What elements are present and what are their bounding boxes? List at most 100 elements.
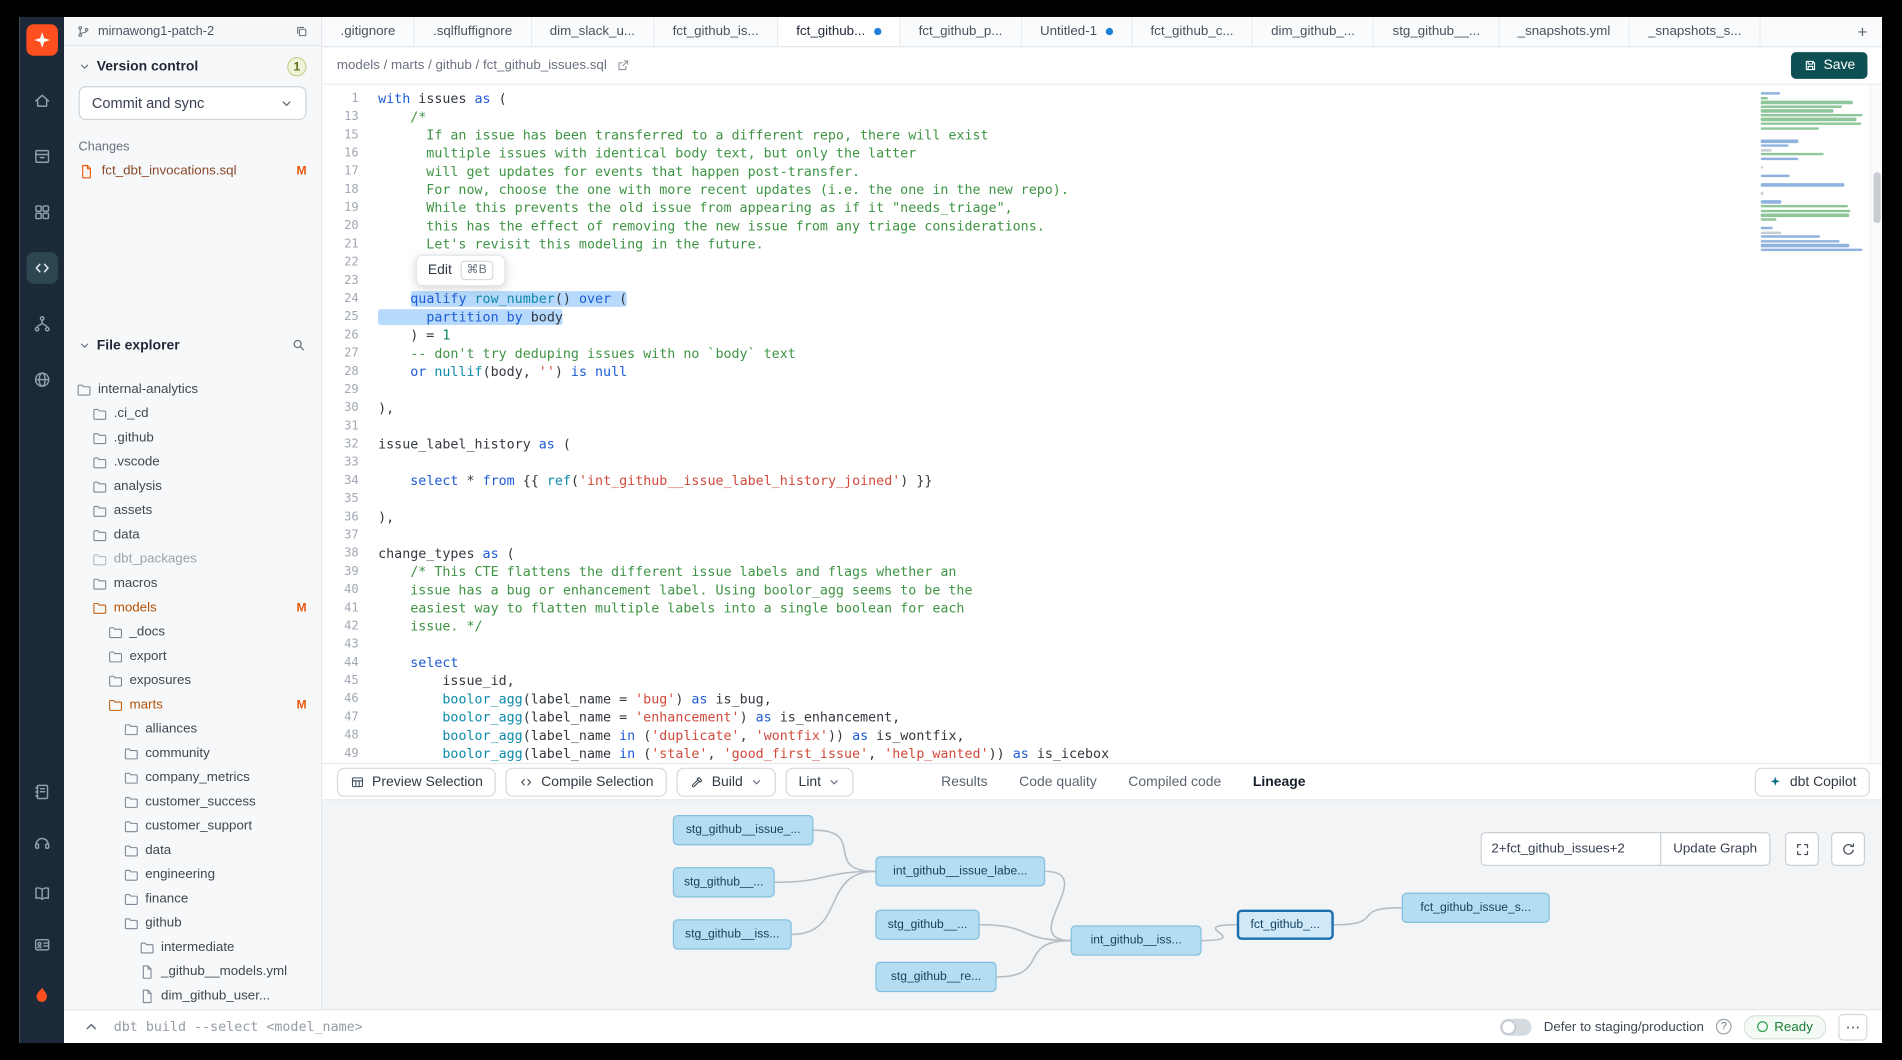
commit-and-sync-button[interactable]: Commit and sync bbox=[79, 86, 307, 120]
lineage-node-D[interactable]: int_github__issue_labe... bbox=[875, 856, 1045, 886]
lineage-node-B[interactable]: stg_github__... bbox=[673, 867, 775, 897]
build-button[interactable]: Build bbox=[677, 767, 776, 796]
tree-item-engineering[interactable]: engineering bbox=[64, 862, 321, 886]
explore-icon[interactable] bbox=[26, 364, 58, 396]
environments-icon[interactable] bbox=[26, 196, 58, 228]
command-input[interactable]: dbt build --select <model_name> bbox=[114, 1019, 363, 1035]
profile-icon[interactable] bbox=[26, 929, 58, 961]
home-icon[interactable] bbox=[26, 85, 58, 117]
tab-strip: .gitignore.sqlfluffignoredim_slack_u...f… bbox=[322, 17, 1760, 46]
lineage-node-E[interactable]: stg_github__... bbox=[875, 910, 979, 940]
search-icon[interactable] bbox=[291, 337, 307, 353]
deploy-icon[interactable] bbox=[26, 308, 58, 340]
compile-selection-button[interactable]: Compile Selection bbox=[506, 767, 667, 796]
editor-scrollbar[interactable] bbox=[1870, 85, 1882, 763]
dbt-copilot-button[interactable]: dbt Copilot bbox=[1755, 767, 1870, 796]
support-icon[interactable] bbox=[26, 827, 58, 859]
defer-label: Defer to staging/production bbox=[1544, 1019, 1704, 1034]
tree-item-.github[interactable]: .github bbox=[64, 426, 321, 450]
refresh-button[interactable] bbox=[1831, 832, 1865, 866]
tree-item-data[interactable]: data bbox=[64, 523, 321, 547]
panel-tab-results[interactable]: Results bbox=[941, 774, 988, 789]
lineage-node-C[interactable]: stg_github__iss... bbox=[673, 919, 792, 949]
tree-item-_github__models.yml[interactable]: _github__models.yml bbox=[64, 959, 321, 983]
tree-item-data[interactable]: data bbox=[64, 838, 321, 862]
tree-item-exposures[interactable]: exposures bbox=[64, 668, 321, 692]
chevron-down-icon bbox=[750, 776, 762, 788]
fullscreen-button[interactable] bbox=[1785, 832, 1819, 866]
code-lines[interactable]: with issues as ( /* If an issue has been… bbox=[371, 85, 1882, 763]
tab-3[interactable]: fct_github_is... bbox=[654, 17, 778, 46]
edit-action-label[interactable]: Edit bbox=[428, 263, 452, 278]
defer-toggle[interactable] bbox=[1500, 1018, 1532, 1035]
help-icon[interactable]: ? bbox=[1716, 1019, 1732, 1035]
tree-item-models[interactable]: modelsM bbox=[64, 595, 321, 619]
panel-tab-compiled-code[interactable]: Compiled code bbox=[1128, 774, 1221, 789]
tree-item-_docs[interactable]: _docs bbox=[64, 620, 321, 644]
branch-row[interactable]: mirnawong1-patch-2 bbox=[64, 17, 321, 46]
tree-item-intermediate[interactable]: intermediate bbox=[64, 935, 321, 959]
copy-branch-icon[interactable] bbox=[294, 24, 309, 39]
panel-tab-lineage[interactable]: Lineage bbox=[1253, 774, 1306, 789]
version-control-header[interactable]: Version control 1 bbox=[64, 57, 321, 76]
tab-4[interactable]: fct_github... bbox=[778, 17, 900, 46]
tree-item-finance[interactable]: finance bbox=[64, 887, 321, 911]
version-control-badge: 1 bbox=[287, 57, 306, 76]
chevron-up-icon[interactable] bbox=[83, 1019, 99, 1035]
tree-item-macros[interactable]: macros bbox=[64, 571, 321, 595]
tab-7[interactable]: fct_github_c... bbox=[1132, 17, 1253, 46]
tree-item-.vscode[interactable]: .vscode bbox=[64, 450, 321, 474]
tree-item-assets[interactable]: assets bbox=[64, 498, 321, 522]
changed-file-row[interactable]: fct_dbt_invocations.sql M bbox=[64, 159, 321, 183]
tree-item-company_metrics[interactable]: company_metrics bbox=[64, 765, 321, 789]
tab-5[interactable]: fct_github_p... bbox=[900, 17, 1021, 46]
update-graph-button[interactable]: Update Graph bbox=[1660, 832, 1770, 866]
tab-10[interactable]: _snapshots.yml bbox=[1499, 17, 1629, 46]
dbt-copilot-label: dbt Copilot bbox=[1790, 774, 1857, 789]
code-editor[interactable]: 1131516171819202122232425262728293031323… bbox=[322, 85, 1882, 763]
tab-8[interactable]: dim_github_... bbox=[1253, 17, 1374, 46]
scrollbar-thumb[interactable] bbox=[1873, 172, 1880, 223]
develop-icon[interactable] bbox=[26, 252, 58, 284]
preview-selection-button[interactable]: Preview Selection bbox=[337, 767, 496, 796]
copy-path-icon[interactable] bbox=[615, 58, 630, 73]
lineage-node-G[interactable]: int_github__iss... bbox=[1071, 925, 1202, 955]
lineage-node-H[interactable]: fct_github_... bbox=[1237, 910, 1334, 940]
docs-icon[interactable] bbox=[26, 878, 58, 910]
tab-2[interactable]: dim_slack_u... bbox=[532, 17, 655, 46]
save-button[interactable]: Save bbox=[1791, 52, 1868, 79]
selection-tooltip[interactable]: Edit ⌘B bbox=[416, 255, 505, 287]
lineage-node-F[interactable]: stg_github__re... bbox=[875, 962, 996, 992]
tree-item-customer_success[interactable]: customer_success bbox=[64, 790, 321, 814]
tab-1[interactable]: .sqlfluffignore bbox=[415, 17, 532, 46]
tab-11[interactable]: _snapshots_s... bbox=[1630, 17, 1761, 46]
tree-item-marts[interactable]: martsM bbox=[64, 693, 321, 717]
new-tab-button[interactable]: + bbox=[1843, 17, 1882, 46]
build-label: Build bbox=[712, 774, 743, 789]
tree-item-github[interactable]: github bbox=[64, 911, 321, 935]
tree-item-customer_support[interactable]: customer_support bbox=[64, 814, 321, 838]
breadcrumb-row: models / marts / github / fct_github_iss… bbox=[322, 47, 1882, 85]
tree-item-dbt_packages[interactable]: dbt_packages bbox=[64, 547, 321, 571]
tab-6[interactable]: Untitled-1 bbox=[1022, 17, 1132, 46]
lineage-node-A[interactable]: stg_github__issue_... bbox=[673, 815, 814, 845]
file-explorer-header[interactable]: File explorer bbox=[64, 337, 321, 353]
tab-0[interactable]: .gitignore bbox=[322, 17, 414, 46]
result-panel-tabs: Results Code quality Compiled code Lineage bbox=[941, 774, 1305, 789]
lineage-selector-input[interactable] bbox=[1480, 832, 1659, 866]
minimap[interactable] bbox=[1761, 92, 1865, 253]
notebook-icon[interactable] bbox=[26, 776, 58, 808]
tree-item-dim_github_user...[interactable]: dim_github_user... bbox=[64, 984, 321, 1008]
jobs-icon[interactable] bbox=[26, 141, 58, 173]
lint-button[interactable]: Lint bbox=[785, 767, 854, 796]
tree-item-export[interactable]: export bbox=[64, 644, 321, 668]
lineage-node-I[interactable]: fct_github_issue_s... bbox=[1402, 893, 1550, 923]
tree-item-community[interactable]: community bbox=[64, 741, 321, 765]
tab-9[interactable]: stg_github__... bbox=[1374, 17, 1499, 46]
panel-tab-code-quality[interactable]: Code quality bbox=[1019, 774, 1097, 789]
more-options-button[interactable]: ⋯ bbox=[1838, 1013, 1867, 1040]
tree-item-alliances[interactable]: alliances bbox=[64, 717, 321, 741]
tree-item-analysis[interactable]: analysis bbox=[64, 474, 321, 498]
tree-item-.ci_cd[interactable]: .ci_cd bbox=[64, 401, 321, 425]
tree-item-internal-analytics[interactable]: internal-analytics bbox=[64, 377, 321, 401]
